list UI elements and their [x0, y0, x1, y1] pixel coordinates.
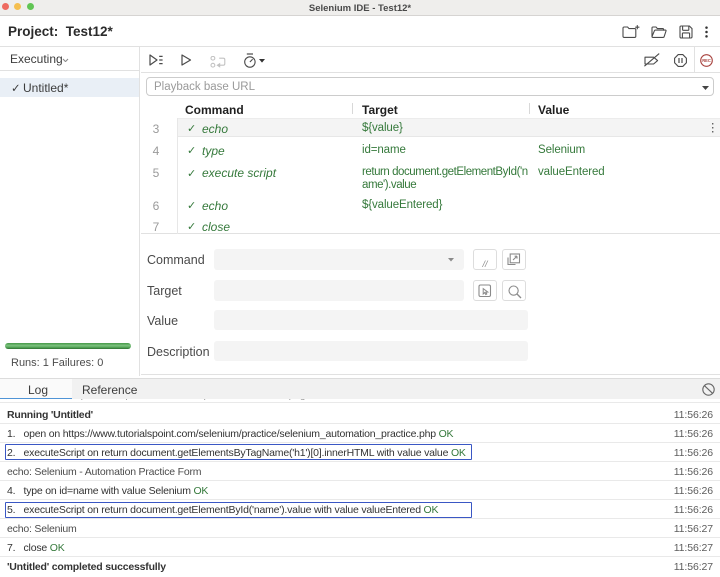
svg-text:REC: REC	[702, 58, 711, 64]
